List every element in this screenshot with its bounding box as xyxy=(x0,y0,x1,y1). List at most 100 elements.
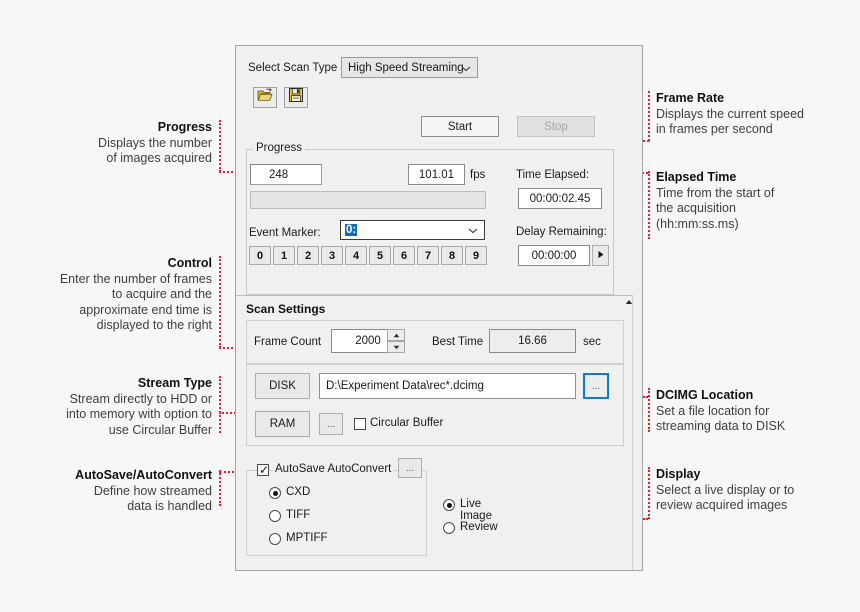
event-marker-button-8[interactable]: 8 xyxy=(441,246,463,265)
delay-remaining-label: Delay Remaining: xyxy=(516,226,607,238)
ram-button-label: RAM xyxy=(269,418,296,430)
annotation-control-title: Control xyxy=(167,256,212,270)
annotation-elapsed-time-title: Elapsed Time xyxy=(656,170,737,184)
event-marker-button-4[interactable]: 4 xyxy=(345,246,367,265)
event-marker-value: 0: xyxy=(345,224,358,236)
dcimg-browse-button[interactable]: ... xyxy=(583,373,609,399)
scan-type-label: Select Scan Type xyxy=(248,62,338,74)
images-acquired-value: 248 xyxy=(269,168,289,181)
images-acquired-field: 248 xyxy=(250,164,322,185)
event-marker-button-9[interactable]: 9 xyxy=(465,246,487,265)
annotation-frame-rate: Frame Rate Displays the current speed in… xyxy=(656,91,854,138)
radio-icon[interactable] xyxy=(443,522,455,534)
best-time-field: 16.66 xyxy=(489,329,576,353)
fps-unit-label: fps xyxy=(470,169,486,181)
circular-buffer-label: Circular Buffer xyxy=(370,417,444,429)
autosave-checkbox[interactable]: ✓ xyxy=(257,464,269,476)
spinner-up-icon[interactable] xyxy=(387,329,405,341)
radio-icon[interactable] xyxy=(269,510,281,522)
circular-buffer-checkbox[interactable] xyxy=(354,418,366,430)
annotation-control: Control Enter the number of frames to ac… xyxy=(10,256,212,334)
annotation-dcimg-location: DCIMG Location Set a file location for s… xyxy=(656,388,854,435)
leader-control-vertical xyxy=(219,256,221,348)
event-marker-label: Event Marker: xyxy=(249,227,321,239)
annotation-autosave-title: AutoSave/AutoConvert xyxy=(75,468,212,482)
autosave-options-label: ... xyxy=(405,462,415,474)
radio-icon[interactable] xyxy=(269,533,281,545)
delay-remaining-field: 00:00:00 xyxy=(518,245,590,266)
event-marker-button-3[interactable]: 3 xyxy=(321,246,343,265)
save-file-button[interactable] xyxy=(284,87,308,108)
stop-button[interactable]: Stop xyxy=(517,116,595,137)
stop-button-label: Stop xyxy=(544,120,568,133)
radio-icon[interactable] xyxy=(269,487,281,499)
autosave-format-label: TIFF xyxy=(286,509,311,521)
screenshot-root: Progress Displays the number of images a… xyxy=(0,0,860,612)
play-arrow-icon xyxy=(597,250,605,262)
ram-browse-button[interactable]: ... xyxy=(319,413,343,435)
annotation-autosave-body: Define how streamed data is handled xyxy=(93,483,212,514)
dcimg-path-value: D:\Experiment Data\rec*.dcimg xyxy=(326,380,484,392)
scan-type-value: High Speed Streaming xyxy=(348,61,464,74)
leader-stream-vertical xyxy=(219,376,221,433)
best-time-value: 16.66 xyxy=(518,335,547,347)
leader-elapsed-vertical xyxy=(648,171,650,239)
autosave-checkbox-label: AutoSave AutoConvert xyxy=(273,463,394,475)
scan-settings-title: Scan Settings xyxy=(246,302,326,316)
annotation-progress-body: Displays the number of images acquired xyxy=(98,135,212,166)
annotation-display-body: Select a live display or to review acqui… xyxy=(656,482,795,513)
event-marker-button-6[interactable]: 6 xyxy=(393,246,415,265)
spinner-down-icon[interactable] xyxy=(387,341,405,353)
event-marker-button-7[interactable]: 7 xyxy=(417,246,439,265)
event-marker-dropdown[interactable]: 0: xyxy=(340,220,485,240)
leader-framerate-right-vertical xyxy=(648,91,650,141)
leader-progress-vertical xyxy=(219,120,221,172)
delay-play-button[interactable] xyxy=(592,245,609,266)
radio-selected-dot xyxy=(446,502,452,508)
annotation-frame-rate-title: Frame Rate xyxy=(656,91,725,105)
annotation-frame-rate-body: Displays the current speed in frames per… xyxy=(656,106,804,137)
annotation-display-title: Display xyxy=(656,467,701,481)
open-folder-icon xyxy=(257,88,273,107)
scan-type-dropdown[interactable]: High Speed Streaming xyxy=(341,57,478,78)
radio-icon[interactable] xyxy=(443,499,455,511)
annotation-stream-type-title: Stream Type xyxy=(137,376,212,390)
disk-button[interactable]: DISK xyxy=(255,373,310,399)
progress-bar xyxy=(250,191,486,209)
dcimg-browse-label: ... xyxy=(591,380,601,392)
fps-field: 101.01 xyxy=(408,164,465,185)
annotation-progress-title: Progress xyxy=(157,120,212,134)
autosave-format-label: CXD xyxy=(286,486,311,498)
best-time-label: Best Time xyxy=(432,336,484,348)
leader-display-vertical xyxy=(648,467,650,519)
leader-autosave-vertical xyxy=(219,470,221,506)
annotation-elapsed-time-body: Time from the start of the acquisition (… xyxy=(656,185,775,231)
disk-button-label: DISK xyxy=(269,380,296,392)
scan-settings-scrollbar[interactable] xyxy=(632,295,642,570)
frame-count-label: Frame Count xyxy=(254,336,322,348)
start-button[interactable]: Start xyxy=(421,116,499,137)
time-elapsed-label: Time Elapsed: xyxy=(516,169,590,181)
display-option-label: Review xyxy=(460,521,498,533)
ram-button[interactable]: RAM xyxy=(255,411,310,437)
delay-remaining-value: 00:00:00 xyxy=(531,249,577,262)
event-marker-button-1[interactable]: 1 xyxy=(273,246,295,265)
event-marker-button-2[interactable]: 2 xyxy=(297,246,319,265)
display-radio-group: Live Image Review xyxy=(443,498,583,544)
progress-group-label: Progress xyxy=(253,142,306,154)
frame-count-stepper[interactable] xyxy=(387,329,405,353)
chevron-down-icon xyxy=(461,63,471,72)
event-marker-button-5[interactable]: 5 xyxy=(369,246,391,265)
best-time-unit-label: sec xyxy=(583,336,601,348)
dcimg-path-input[interactable]: D:\Experiment Data\rec*.dcimg xyxy=(319,373,576,399)
open-file-button[interactable] xyxy=(253,87,277,108)
save-floppy-icon xyxy=(289,88,303,107)
frame-count-value: 2000 xyxy=(355,335,381,347)
autosave-format-label: MPTIFF xyxy=(286,532,328,544)
annotation-dcimg-location-body: Set a file location for streaming data t… xyxy=(656,403,786,434)
event-marker-button-0[interactable]: 0 xyxy=(249,246,271,265)
event-marker-number-pad: 0123456789 xyxy=(249,246,489,266)
annotation-dcimg-location-title: DCIMG Location xyxy=(656,388,754,402)
annotation-control-body: Enter the number of frames to acquire an… xyxy=(59,271,212,333)
autosave-options-button[interactable]: ... xyxy=(398,458,422,478)
